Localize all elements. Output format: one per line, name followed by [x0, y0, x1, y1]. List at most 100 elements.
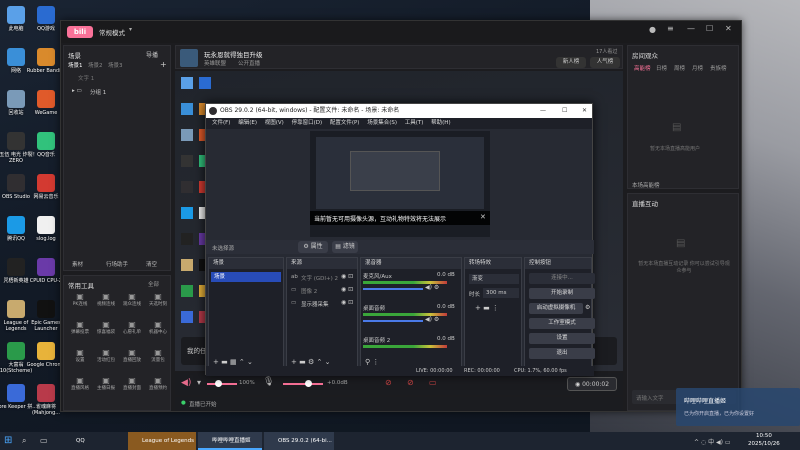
add-scene-button[interactable]: +: [160, 60, 167, 69]
tool-item[interactable]: ▣ 直播回放: [120, 348, 144, 363]
notification-toast[interactable]: 哔哩哔哩直播姬 已为你开启直播，已为你设置好: [676, 388, 800, 426]
menu-view[interactable]: 视图(V): [265, 120, 284, 126]
minimize-icon[interactable]: —: [687, 24, 695, 33]
tool-item[interactable]: ▣ 视频连线: [94, 292, 118, 307]
tools-all-link[interactable]: 全部: [148, 280, 159, 288]
gear-icon[interactable]: ⚙: [308, 358, 314, 366]
filters-button[interactable]: ▤ 滤镜: [332, 241, 358, 253]
close-icon[interactable]: ✕: [725, 24, 732, 33]
scene-item[interactable]: 场景: [211, 272, 281, 282]
menu-icon[interactable]: ≡: [667, 24, 674, 33]
tool-item[interactable]: ▣ 直播预约: [146, 376, 170, 391]
popularity-button[interactable]: 人气榜: [590, 57, 620, 68]
taskbar-obs[interactable]: OBS 29.0.2 (64-bi...: [264, 432, 334, 450]
menu-profile[interactable]: 配置文件(P): [330, 120, 360, 126]
speaker-icon[interactable]: ◀) ⚙: [425, 284, 439, 291]
tool-item[interactable]: ▣ 设置: [68, 348, 92, 363]
properties-button[interactable]: ⚙ 属性: [298, 241, 328, 253]
group-item[interactable]: 分组 1: [90, 88, 106, 96]
studio-mode-button[interactable]: 工作室模式: [529, 318, 595, 329]
volume-knob[interactable]: [215, 380, 222, 387]
tab-daily[interactable]: 日榜: [656, 64, 667, 72]
minimize-icon[interactable]: —: [540, 104, 546, 118]
chevron-down-icon[interactable]: ⌄: [247, 358, 253, 366]
material-button[interactable]: 素材: [72, 260, 83, 268]
menu-tools[interactable]: 工具(T): [405, 120, 424, 126]
record-icon[interactable]: ▭: [429, 378, 437, 387]
source-item[interactable]: 文字 (GDI+) 2: [301, 274, 338, 282]
room-title[interactable]: 玩永恩就得独目升级: [204, 49, 263, 59]
tab-high-energy[interactable]: 高能榜: [634, 64, 651, 72]
add-icon[interactable]: +: [291, 358, 297, 366]
tab-monthly[interactable]: 月榜: [692, 64, 703, 72]
tool-item[interactable]: ▣ 天选时刻: [146, 292, 170, 307]
link-icon[interactable]: ⚲: [365, 358, 370, 366]
volume-slider[interactable]: [363, 288, 423, 290]
windows-start-icon[interactable]: ⊞: [4, 435, 12, 446]
chevron-up-icon[interactable]: ⌃: [316, 358, 322, 366]
menu-help[interactable]: 帮助(H): [431, 120, 450, 126]
menu-scene-collection[interactable]: 场景集合(S): [367, 120, 397, 126]
eye-icon[interactable]: ◉ ⊡: [341, 299, 353, 306]
maximize-icon[interactable]: ☐: [706, 24, 713, 33]
taskbar-qq[interactable]: QQ: [62, 432, 122, 450]
mute-icon[interactable]: ⊘: [385, 378, 392, 387]
tool-item[interactable]: ▣ 直播风格: [68, 376, 92, 391]
speaker-icon[interactable]: ◀): [181, 378, 191, 388]
avatar[interactable]: ●: [649, 25, 656, 34]
trash-icon[interactable]: ▬: [299, 358, 306, 366]
obs-preview[interactable]: 当前暂无可用摄像头源，互动礼物特效将无法展示 ✕: [310, 131, 490, 237]
chevron-down-icon[interactable]: ▾: [129, 26, 132, 33]
task-view-icon[interactable]: ▭: [40, 436, 48, 445]
tab-scene-2[interactable]: 场景2: [88, 61, 103, 69]
chevron-down-icon[interactable]: ▾: [197, 378, 201, 387]
menu-icon[interactable]: ⋮: [372, 358, 379, 366]
room-cover[interactable]: [180, 49, 198, 67]
maximize-icon[interactable]: ☐: [562, 104, 567, 118]
live-timer[interactable]: ◉ 00:00:02: [567, 377, 617, 391]
tab-weekly[interactable]: 周榜: [674, 64, 685, 72]
add-icon[interactable]: +: [213, 358, 219, 366]
tool-item[interactable]: ▣ 流量包: [146, 348, 170, 363]
transition-controls[interactable]: + ▬ ⋮: [475, 304, 499, 312]
duration-input[interactable]: 300 ms: [483, 288, 519, 298]
tool-item[interactable]: ▣ 活动红包: [94, 348, 118, 363]
tool-item[interactable]: ▣ 直播封面: [120, 376, 144, 391]
virtual-camera-button[interactable]: 启动虚拟摄像机: [529, 303, 583, 314]
transition-select[interactable]: 渐变: [469, 274, 519, 284]
tool-item[interactable]: ▣ PK连线: [68, 292, 92, 307]
taskbar-lol[interactable]: League of Legends: [128, 432, 196, 450]
tool-item[interactable]: ▣ 惊喜福袋: [94, 320, 118, 335]
eye-icon[interactable]: ◉ ⊡: [341, 286, 353, 293]
start-recording-button[interactable]: 开始录制: [529, 288, 595, 299]
tab-scene-3[interactable]: 场景3: [108, 61, 123, 69]
volume-slider[interactable]: [363, 320, 423, 322]
menu-file[interactable]: 文件(F): [212, 120, 230, 126]
tool-item[interactable]: ▣ 观众连线: [120, 292, 144, 307]
settings-button[interactable]: 设置: [529, 333, 595, 344]
close-icon[interactable]: ✕: [582, 104, 587, 118]
search-icon[interactable]: ⌕: [22, 436, 26, 446]
clear-button[interactable]: 清空: [146, 260, 157, 268]
tool-item[interactable]: ▣ 主播日报: [94, 376, 118, 391]
speaker-icon[interactable]: ◀) ⚙: [425, 316, 439, 323]
menu-edit[interactable]: 编辑(E): [238, 120, 257, 126]
chevron-up-icon[interactable]: ⌃: [239, 358, 245, 366]
exit-button[interactable]: 退出: [529, 348, 595, 359]
tab-scene-1[interactable]: 场景1: [68, 61, 83, 69]
import-button[interactable]: 导播: [146, 50, 158, 59]
tool-item[interactable]: ▣ 机器中心: [146, 320, 170, 335]
source-item[interactable]: 显示器采集: [301, 300, 329, 308]
text-source-item[interactable]: 文字 1: [78, 74, 94, 82]
chevron-down-icon[interactable]: ⌄: [325, 358, 331, 366]
filter-icon[interactable]: ▦: [230, 358, 237, 366]
menu-docks[interactable]: 停靠窗口(D): [292, 120, 323, 126]
connecting-button[interactable]: 连接中...: [529, 273, 595, 284]
source-item[interactable]: 图像 2: [301, 287, 317, 295]
trash-icon[interactable]: ▬: [221, 358, 228, 366]
taskbar-bili[interactable]: 哔哩哔哩直播姬: [198, 432, 262, 450]
tool-item[interactable]: ▣ 弹幕投票: [68, 320, 92, 335]
mic-slider[interactable]: [283, 383, 323, 385]
mic-knob[interactable]: [305, 380, 312, 387]
helper-button[interactable]: 行场助手: [106, 260, 128, 268]
